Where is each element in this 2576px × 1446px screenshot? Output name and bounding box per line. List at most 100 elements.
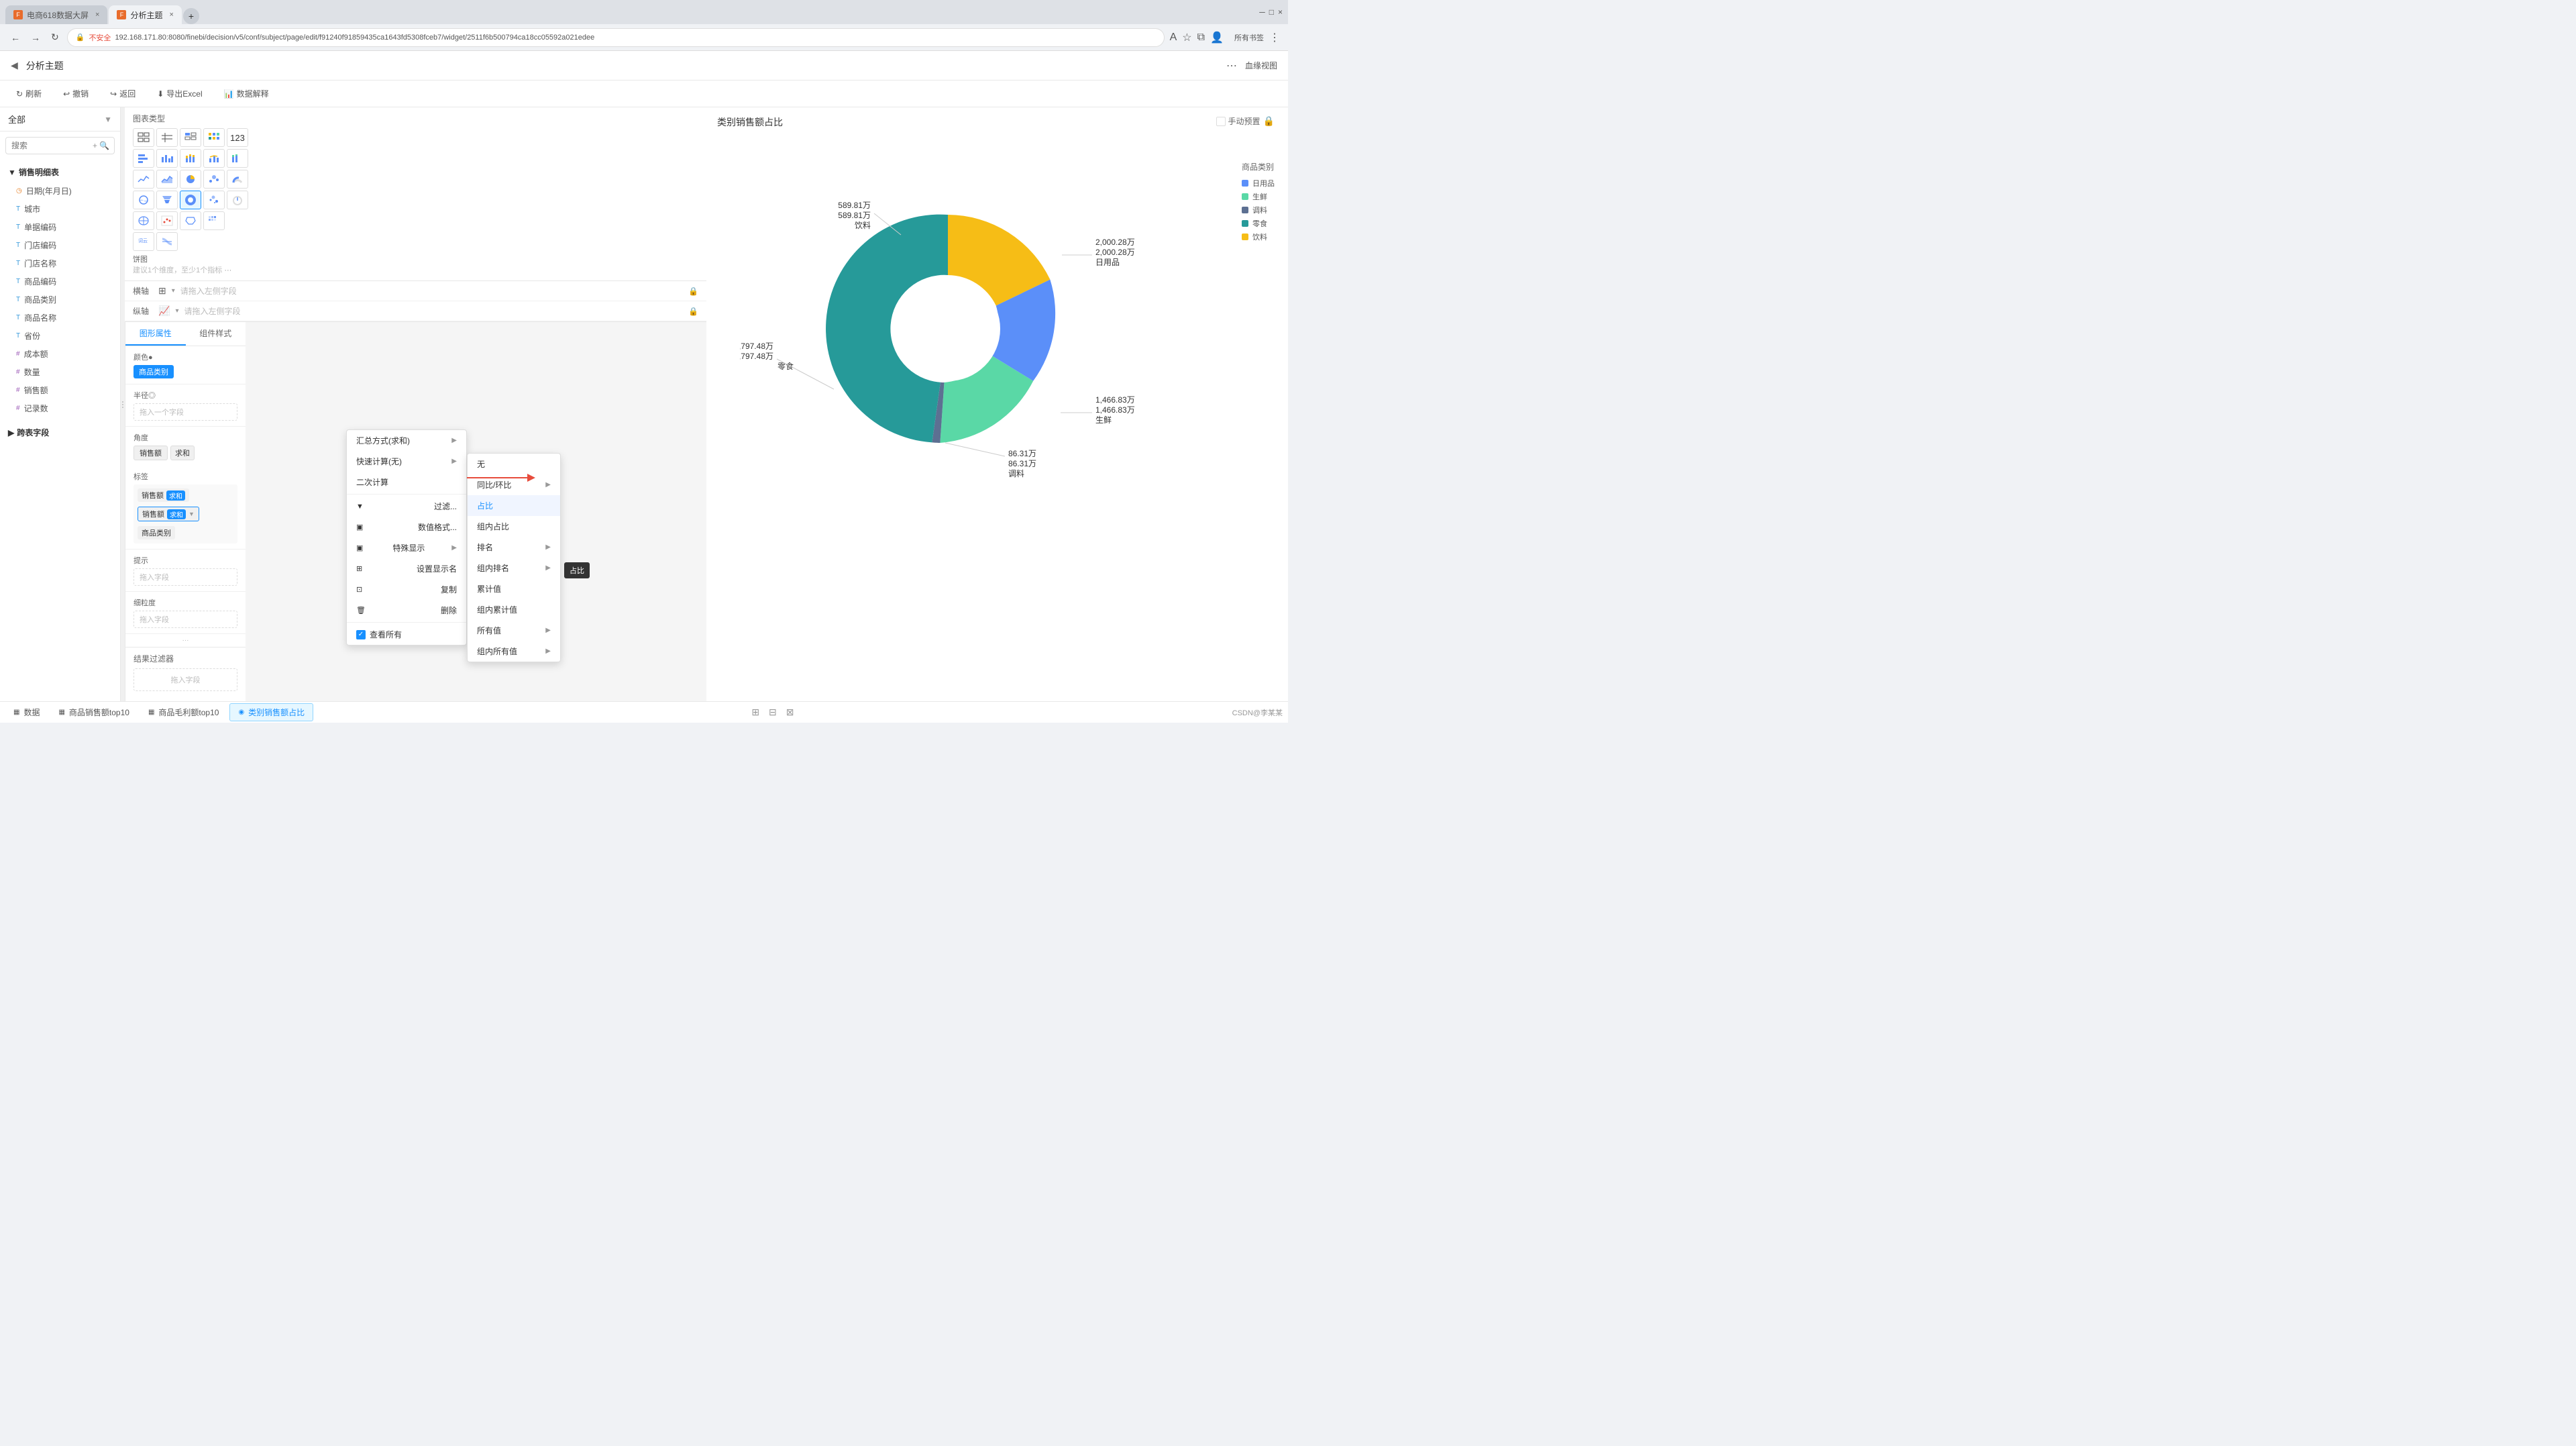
sales-table-toggle[interactable]: ▼ 销售明细表	[0, 162, 120, 182]
angle-aggregate[interactable]: 求和	[170, 446, 195, 460]
menu-item-special-display[interactable]: ▣ 特殊显示 ▶	[347, 537, 466, 558]
chart-btn-wave[interactable]	[133, 191, 154, 209]
new-tab-button[interactable]: +	[183, 8, 199, 24]
tag-dropdown-arrow[interactable]: ▼	[189, 511, 195, 517]
menu-dots-icon[interactable]: ⋮	[1269, 31, 1280, 44]
maximize-button[interactable]: □	[1269, 7, 1274, 17]
manual-preset-checkbox[interactable]	[1216, 117, 1226, 126]
menu-item-filter[interactable]: ▼ 过滤...	[347, 496, 466, 517]
label-tag-sales-2[interactable]: 销售额 求和 ▼	[138, 507, 199, 521]
menu-item-view-all[interactable]: ✓ 查看所有	[347, 624, 466, 645]
chart-btn-area[interactable]	[156, 170, 178, 189]
extension-icon[interactable]: ⧉	[1197, 32, 1205, 44]
chart-btn-bar-v[interactable]	[156, 149, 178, 168]
chart-btn-wordcloud[interactable]: 词云	[133, 232, 154, 251]
chart-btn-map[interactable]	[133, 211, 154, 230]
menu-item-quick-calc[interactable]: 快速计算(无) ▶	[347, 451, 466, 472]
sidebar-expand-icon[interactable]: ▼	[104, 115, 112, 124]
menu-item-set-name[interactable]: ⊞ 设置显示名	[347, 558, 466, 579]
sidebar-search-input[interactable]	[5, 137, 115, 154]
sidebar-item-cost[interactable]: # 成本额	[0, 345, 120, 363]
profile-link[interactable]: 血缘视图	[1245, 60, 1277, 71]
submenu-item-rank[interactable]: 排名 ▶	[468, 537, 560, 558]
chart-btn-donut[interactable]	[180, 191, 201, 209]
chart-btn-scatter[interactable]	[203, 170, 225, 189]
prompt-placeholder[interactable]: 拖入字段	[133, 568, 237, 586]
more-sheet-icon[interactable]: ⊠	[784, 705, 797, 719]
sidebar-item-product-name[interactable]: T 商品名称	[0, 309, 120, 327]
tab-2[interactable]: F 分析主题 ×	[109, 5, 181, 24]
chart-btn-gauge[interactable]	[227, 170, 248, 189]
detail-placeholder[interactable]: 拖入字段	[133, 611, 237, 628]
tab-graph-props[interactable]: 图形属性	[125, 322, 186, 346]
chart-btn-table[interactable]	[133, 128, 154, 147]
chart-btn-bar-v2[interactable]	[227, 149, 248, 168]
sidebar-item-order-code[interactable]: T 单据编码	[0, 218, 120, 236]
submenu-item-group-percent[interactable]: 组内占比	[468, 516, 560, 537]
export-excel-button[interactable]: ⬇ 导出Excel	[152, 85, 207, 102]
tab-2-close[interactable]: ×	[169, 11, 173, 19]
bookmark-icon[interactable]: ☆	[1182, 31, 1191, 44]
app-back-icon[interactable]: ◀	[11, 60, 18, 71]
app-menu-icon[interactable]: ⋯	[1226, 59, 1237, 72]
add-sheet-icon[interactable]: ⊞	[749, 705, 762, 719]
refresh-button[interactable]: ↻ 刷新	[11, 85, 47, 102]
profile-icon[interactable]: 👤	[1210, 31, 1224, 44]
sidebar-item-date[interactable]: ◷ 日期(年月日)	[0, 182, 120, 200]
chart-btn-bar-stacked[interactable]	[180, 149, 201, 168]
submenu-item-group-cumulative[interactable]: 组内累计值	[468, 599, 560, 620]
undo-button[interactable]: ↩ 撤销	[58, 85, 94, 102]
sidebar-item-store-code[interactable]: T 门店编码	[0, 236, 120, 254]
y-axis-dropdown[interactable]: ▾	[175, 307, 178, 315]
remove-sheet-icon[interactable]: ⊟	[766, 705, 780, 719]
menu-item-delete[interactable]: 🗑 删除	[347, 600, 466, 621]
translate-icon[interactable]: A	[1170, 32, 1177, 44]
chart-btn-china-map[interactable]	[180, 211, 201, 230]
tab-data[interactable]: ▦ 数据	[5, 704, 48, 721]
chart-btn-number[interactable]: 123	[227, 128, 248, 147]
chart-btn-funnel[interactable]	[156, 191, 178, 209]
submenu-item-group-all-values[interactable]: 组内所有值 ▶	[468, 641, 560, 662]
color-value[interactable]: 商品类别	[133, 365, 174, 378]
tab-1[interactable]: F 电商618数据大屏 ×	[5, 5, 107, 24]
chart-btn-bar-h[interactable]	[133, 149, 154, 168]
sidebar-item-city[interactable]: T 城市	[0, 200, 120, 218]
sidebar-item-province[interactable]: T 省份	[0, 327, 120, 345]
sidebar-item-sales[interactable]: # 销售额	[0, 381, 120, 399]
result-filter-placeholder[interactable]: 拖入字段	[133, 668, 237, 691]
chart-btn-sankey[interactable]	[156, 232, 178, 251]
sidebar-item-quantity[interactable]: # 数量	[0, 363, 120, 381]
tab-component-style[interactable]: 组件样式	[186, 322, 246, 346]
menu-item-aggregate[interactable]: 汇总方式(求和) ▶	[347, 430, 466, 451]
submenu-item-all-values[interactable]: 所有值 ▶	[468, 620, 560, 641]
menu-item-number-format[interactable]: ▣ 数值格式...	[347, 517, 466, 537]
label-tag-category[interactable]: 商品类别	[138, 526, 175, 539]
radius-placeholder[interactable]: 拖入一个字段	[133, 403, 237, 421]
submenu-item-cumulative[interactable]: 累计值	[468, 578, 560, 599]
url-bar[interactable]: 🔒 不安全 192.168.171.80:8080/finebi/decisio…	[67, 28, 1165, 47]
tab-1-close[interactable]: ×	[95, 11, 99, 19]
sidebar-item-product-category[interactable]: T 商品类别	[0, 291, 120, 309]
cross-field-toggle[interactable]: ▶ 跨表字段	[0, 423, 120, 442]
angle-value[interactable]: 销售额	[133, 446, 168, 460]
minimize-button[interactable]: ─	[1259, 7, 1265, 17]
redo-button[interactable]: ↪ 返回	[105, 85, 141, 102]
label-tag-sales-1[interactable]: 销售额 求和	[138, 488, 189, 502]
sidebar-item-store-name[interactable]: T 门店名称	[0, 254, 120, 272]
chart-btn-scatter3[interactable]	[156, 211, 178, 230]
chart-btn-color-table[interactable]	[203, 128, 225, 147]
chart-btn-line[interactable]	[133, 170, 154, 189]
chart-btn-cross[interactable]	[180, 128, 201, 147]
sidebar-item-records[interactable]: # 记录数	[0, 399, 120, 417]
chart-btn-line-bar[interactable]	[203, 149, 225, 168]
refresh-button[interactable]: ↻	[48, 29, 62, 46]
tab-category-sales[interactable]: ◉ 类别销售额占比	[229, 703, 313, 721]
menu-item-secondary-calc[interactable]: 二次计算	[347, 472, 466, 493]
menu-item-copy[interactable]: ⊡ 复制	[347, 579, 466, 600]
submenu-item-group-rank[interactable]: 组内排名 ▶	[468, 558, 560, 578]
x-axis-dropdown[interactable]: ▾	[172, 287, 175, 295]
submenu-item-percent[interactable]: 占比	[468, 495, 560, 516]
close-button[interactable]: ×	[1278, 7, 1283, 17]
chart-btn-scatter2[interactable]	[203, 191, 225, 209]
chart-btn-heatmap[interactable]	[203, 211, 225, 230]
